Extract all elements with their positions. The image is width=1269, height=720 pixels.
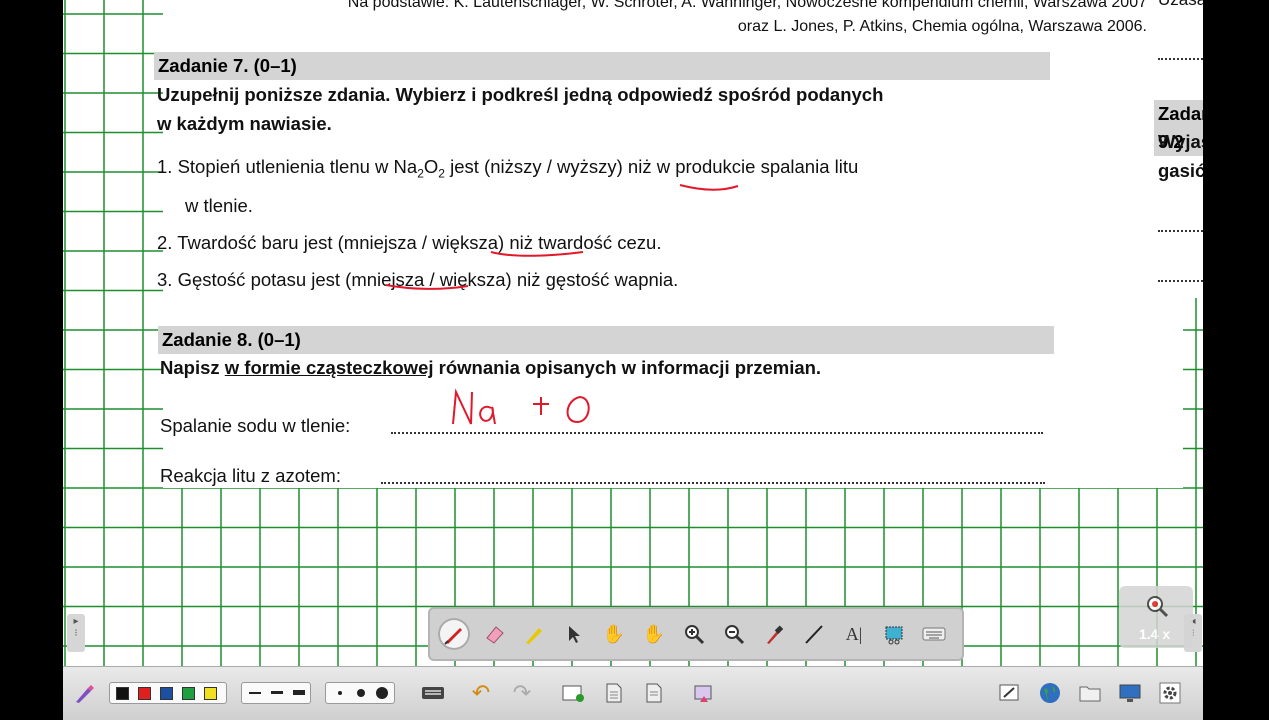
whiteboard-icon[interactable] [997,680,1023,706]
bottom-taskbar: ↶ ↷ [63,666,1203,720]
screen-capture-icon[interactable] [878,618,910,650]
color-yellow-swatch[interactable] [204,687,217,700]
line-medium-option[interactable] [271,691,283,694]
new-page-icon[interactable] [560,680,586,706]
whiteboard-canvas[interactable]: Na podstawie: K. Lautenschläger, W. Schr… [63,0,1203,720]
zoom-magnifier-icon [1147,596,1169,618]
screenshot-icon[interactable] [691,680,717,706]
color-blue-swatch[interactable] [160,687,173,700]
eraser-icon[interactable] [478,618,510,650]
highlighter-icon[interactable] [518,618,550,650]
pen-settings-icon[interactable] [71,680,97,706]
pointer-icon[interactable] [558,618,590,650]
undo-icon[interactable]: ↶ [468,680,494,706]
line-icon[interactable] [798,618,830,650]
hand-icon[interactable]: ✋ [638,618,670,650]
folder-icon[interactable] [1077,680,1103,706]
zoom-in-icon[interactable] [678,618,710,650]
page-icon[interactable] [601,680,627,706]
settings-icon[interactable] [1157,680,1183,706]
pen-icon[interactable] [438,618,470,650]
text-icon[interactable]: A| [838,618,870,650]
left-panel-tab[interactable]: ▸ ⁝ [67,614,85,652]
redo-icon[interactable]: ↷ [509,680,535,706]
pipette-icon[interactable] [758,618,790,650]
display-icon[interactable] [1117,680,1143,706]
color-black-swatch[interactable] [116,687,129,700]
zoom-indicator[interactable]: 1.4 x [1119,586,1193,648]
zoom-out-icon[interactable] [718,618,750,650]
keyboard-icon[interactable] [918,618,950,650]
delete-page-icon[interactable] [641,680,667,706]
dot-large-option[interactable] [376,687,388,699]
dot-size-group [325,682,395,704]
globe-icon[interactable] [1037,680,1063,706]
color-palette [109,682,227,704]
zoom-level: 1.4 x [1139,626,1171,642]
floating-toolbar: ✋ ✋ A| [428,607,964,661]
line-thick-option[interactable] [293,690,305,695]
magic-pointer-icon[interactable]: ✋ [598,618,630,650]
dot-medium-option[interactable] [357,689,365,697]
keyboard-toggle-icon[interactable] [420,680,446,706]
line-thin-option[interactable] [249,692,261,694]
color-red-swatch[interactable] [138,687,151,700]
color-green-swatch[interactable] [182,687,195,700]
line-width-group [241,682,311,704]
dot-small-option[interactable] [338,691,342,695]
